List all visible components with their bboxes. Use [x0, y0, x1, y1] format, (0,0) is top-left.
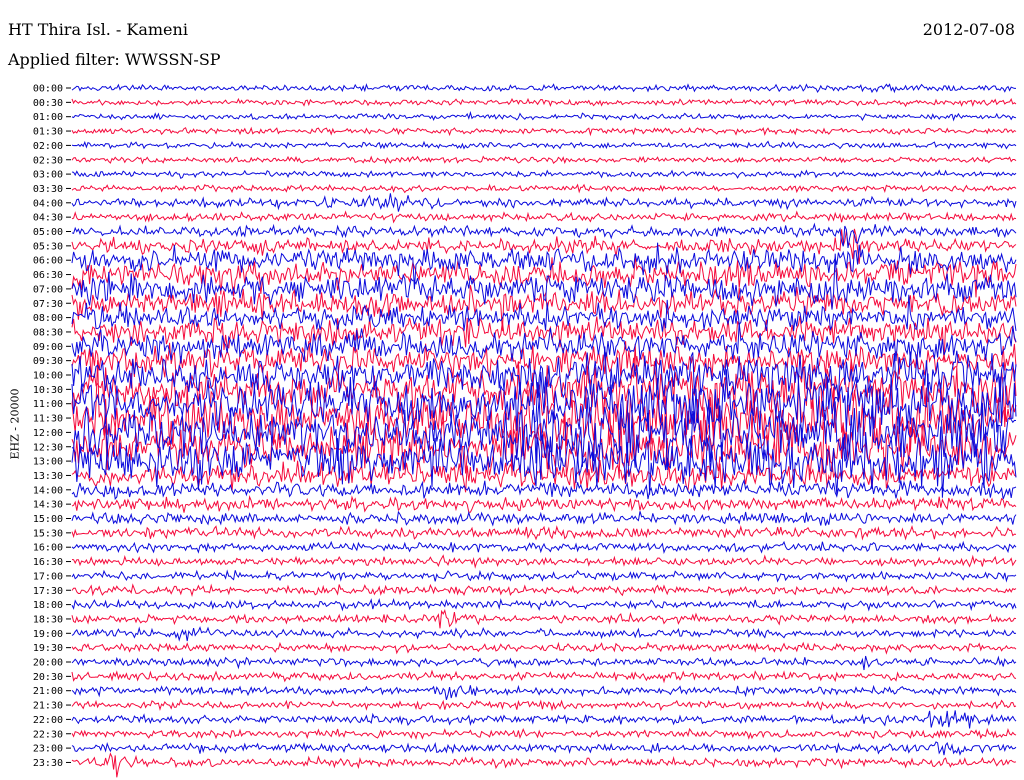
trace-row — [71, 83, 1016, 94]
row-time-label: 19:30 — [33, 643, 63, 654]
time-tick-group: 00:00 00:30 01:00 01:30 02:00 02:30 03:00 03:30… — [33, 84, 71, 769]
row-time-label: 07:30 — [33, 299, 63, 310]
trace-row — [71, 626, 1017, 642]
row-time-label: 21:00 — [33, 686, 63, 697]
row-time-label: 19:00 — [33, 629, 63, 640]
row-time-label: 06:30 — [33, 270, 63, 281]
trace-row — [71, 140, 1017, 150]
row-time-label: 02:30 — [33, 155, 63, 166]
row-time-label: 10:00 — [33, 371, 63, 382]
row-time-label: 13:00 — [33, 457, 63, 468]
row-time-label: 14:00 — [33, 485, 63, 496]
row-time-label: 03:30 — [33, 184, 63, 195]
row-time-label: 17:30 — [33, 586, 63, 597]
row-time-label: 11:00 — [33, 399, 63, 410]
trace-group — [71, 83, 1017, 778]
row-time-label: 05:30 — [33, 241, 63, 252]
row-time-label: 04:00 — [33, 198, 63, 209]
trace-row — [71, 669, 1017, 684]
row-time-label: 06:00 — [33, 256, 63, 267]
row-time-label: 21:30 — [33, 701, 63, 712]
trace-row — [71, 478, 1017, 500]
row-time-label: 16:00 — [33, 543, 63, 554]
row-time-label: 09:00 — [33, 342, 63, 353]
row-time-label: 11:30 — [33, 414, 63, 425]
row-time-label: 00:00 — [33, 84, 63, 95]
row-time-label: 18:00 — [33, 600, 63, 611]
trace-row — [71, 495, 1017, 513]
helicorder-plot: 00:00 00:30 01:00 01:30 02:00 02:30 03:00 03:30… — [33, 83, 1017, 778]
trace-row — [71, 752, 1017, 778]
row-time-label: 03:00 — [33, 170, 63, 181]
trace-row — [71, 97, 1017, 108]
trace-row — [71, 710, 1017, 729]
trace-row — [71, 583, 1017, 598]
trace-row — [71, 727, 1017, 740]
row-time-label: 05:00 — [33, 227, 63, 238]
trace-row — [71, 540, 1017, 554]
row-time-label: 22:00 — [33, 715, 63, 726]
trace-row — [71, 242, 1017, 290]
trace-row — [71, 169, 1017, 180]
row-time-label: 08:30 — [33, 327, 63, 338]
trace-row — [71, 210, 1017, 224]
trace-row — [71, 510, 1017, 527]
trace-row — [71, 598, 1017, 612]
row-time-label: 01:00 — [33, 112, 63, 123]
row-time-label: 17:00 — [33, 571, 63, 582]
trace-row — [71, 228, 1017, 264]
row-time-label: 15:30 — [33, 528, 63, 539]
row-time-label: 20:30 — [33, 672, 63, 683]
row-time-label: 18:30 — [33, 614, 63, 625]
row-time-label: 04:30 — [33, 213, 63, 224]
trace-row — [71, 155, 1017, 165]
trace-row — [71, 524, 1017, 541]
trace-row — [71, 684, 1017, 700]
row-time-label: 13:30 — [33, 471, 63, 482]
trace-row — [71, 641, 1017, 655]
row-time-label: 16:30 — [33, 557, 63, 568]
trace-row — [71, 698, 1017, 712]
trace-row — [71, 608, 1017, 629]
row-time-label: 00:30 — [33, 98, 63, 109]
row-time-label: 14:30 — [33, 500, 63, 511]
trace-row — [71, 741, 1017, 756]
row-time-label: 07:00 — [33, 284, 63, 295]
row-time-label: 08:00 — [33, 313, 63, 324]
row-time-label: 12:00 — [33, 428, 63, 439]
row-time-label: 01:30 — [33, 127, 63, 138]
row-time-label: 09:30 — [33, 356, 63, 367]
row-time-label: 22:30 — [33, 729, 63, 740]
row-time-label: 20:00 — [33, 658, 63, 669]
trace-row — [71, 554, 1017, 569]
row-time-label: 23:00 — [33, 744, 63, 755]
trace-row — [71, 655, 1017, 671]
trace-row — [71, 110, 1017, 122]
trace-row — [71, 126, 1017, 137]
row-time-label: 23:30 — [33, 758, 63, 769]
trace-row — [71, 183, 1017, 194]
row-time-label: 15:00 — [33, 514, 63, 525]
trace-row — [71, 569, 1017, 583]
trace-row — [71, 193, 1017, 212]
row-time-label: 10:30 — [33, 385, 63, 396]
row-time-label: 12:30 — [33, 442, 63, 453]
row-time-label: 02:00 — [33, 141, 63, 152]
